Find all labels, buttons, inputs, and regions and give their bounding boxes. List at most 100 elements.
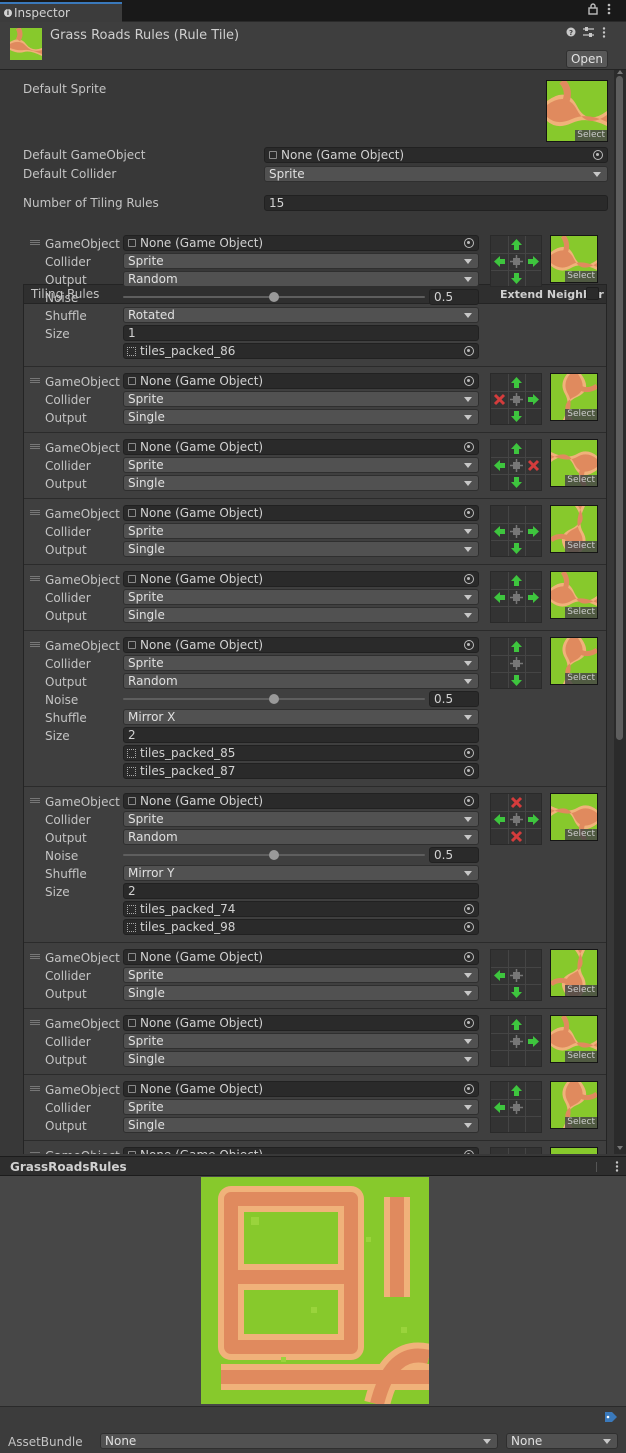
object-picker-icon[interactable] [464,1018,474,1028]
neighbor-cell[interactable] [525,1016,542,1033]
rule-gameobject-field[interactable]: None (Game Object) [123,1081,479,1097]
neighbor-cell[interactable] [491,1148,508,1154]
not-neighbor-x-icon[interactable] [508,828,525,845]
rule-sprite-preview[interactable]: Select [550,793,598,841]
object-picker-icon[interactable] [464,904,474,914]
drag-handle-icon[interactable] [30,1020,40,1025]
rule-sprite-preview[interactable]: Select [550,235,598,283]
default-collider-dropdown[interactable]: Sprite [264,166,608,182]
rule-size-field[interactable]: 2 [123,883,479,899]
rule-sprite-field[interactable]: tiles_packed_86 [123,343,479,359]
neighbor-grid[interactable] [490,373,542,425]
vertical-scrollbar[interactable] [614,70,626,1154]
drag-handle-icon[interactable] [30,954,40,959]
object-picker-icon[interactable] [464,922,474,932]
rule-output-dropdown[interactable]: Single [123,475,479,491]
rule-sprite-preview[interactable]: Select [550,949,598,997]
rule-output-dropdown[interactable]: Single [123,985,479,1001]
arrow-left-icon[interactable] [491,589,508,606]
neighbor-cell[interactable] [491,672,508,689]
arrow-down-icon[interactable] [508,540,525,557]
rule-gameobject-field[interactable]: None (Game Object) [123,439,479,455]
rule-gameobject-field[interactable]: None (Game Object) [123,571,479,587]
rule-noise-slider[interactable] [123,847,425,863]
rule-sprite-preview[interactable]: Select [550,1147,598,1154]
select-button[interactable]: Select [565,607,597,618]
object-picker-icon[interactable] [464,442,474,452]
neighbor-grid[interactable] [490,505,542,557]
rule-gameobject-field[interactable]: None (Game Object) [123,235,479,251]
rule-gameobject-field[interactable]: None (Game Object) [123,505,479,521]
select-button[interactable]: Select [565,829,597,840]
arrow-left-icon[interactable] [491,811,508,828]
rule-sprite-preview[interactable]: Select [550,571,598,619]
rule-collider-dropdown[interactable]: Sprite [123,253,479,269]
neighbor-cell[interactable] [508,606,525,623]
neighbor-cell[interactable] [525,270,542,287]
object-picker-icon[interactable] [464,1150,474,1154]
arrow-down-icon[interactable] [508,474,525,491]
arrow-up-icon[interactable] [508,1082,525,1099]
neighbor-cell[interactable] [491,984,508,1001]
arrow-down-icon[interactable] [508,672,525,689]
center-tile-icon[interactable] [508,589,525,606]
rule-noise-value[interactable]: 0.5 [429,691,479,707]
arrow-right-icon[interactable] [525,253,542,270]
neighbor-cell[interactable] [491,606,508,623]
select-button[interactable]: Select [565,271,597,282]
not-neighbor-x-icon[interactable] [491,391,508,408]
arrow-right-icon[interactable] [525,589,542,606]
asset-bundle-dropdown[interactable]: None [100,1433,498,1449]
arrow-up-icon[interactable] [508,638,525,655]
default-sprite-field[interactable]: Select [546,80,608,142]
neighbor-cell[interactable] [491,540,508,557]
arrow-up-icon[interactable] [508,440,525,457]
slider-knob[interactable] [269,694,279,704]
rule-gameobject-field[interactable]: None (Game Object) [123,637,479,653]
rule-output-dropdown[interactable]: Random [123,829,479,845]
rule-collider-dropdown[interactable]: Sprite [123,523,479,539]
rule-noise-value[interactable]: 0.5 [429,847,479,863]
neighbor-cell[interactable] [491,1016,508,1033]
arrow-right-icon[interactable] [525,811,542,828]
neighbor-cell[interactable] [491,1050,508,1067]
rule-noise-slider[interactable] [123,289,425,305]
rule-collider-dropdown[interactable]: Sprite [123,811,479,827]
num-rules-field[interactable]: 15 [264,195,608,211]
neighbor-cell[interactable] [525,1050,542,1067]
rule-collider-dropdown[interactable]: Sprite [123,391,479,407]
neighbor-cell[interactable] [491,1082,508,1099]
rule-output-dropdown[interactable]: Random [123,271,479,287]
rule-collider-dropdown[interactable]: Sprite [123,655,479,671]
neighbor-cell[interactable] [508,1148,525,1154]
rule-size-field[interactable]: 2 [123,727,479,743]
neighbor-cell[interactable] [525,506,542,523]
rule-gameobject-field[interactable]: None (Game Object) [123,949,479,965]
neighbor-cell[interactable] [491,655,508,672]
arrow-right-icon[interactable] [525,523,542,540]
rule-shuffle-dropdown[interactable]: Mirror Y [123,865,479,881]
neighbor-cell[interactable] [491,236,508,253]
neighbor-cell[interactable] [491,270,508,287]
scroll-down-arrow-icon[interactable] [617,1146,623,1150]
tab-inspector[interactable]: i Inspector [0,2,122,22]
arrow-right-icon[interactable] [525,1033,542,1050]
kebab-menu-icon[interactable] [607,3,611,18]
neighbor-cell[interactable] [525,984,542,1001]
rule-output-dropdown[interactable]: Single [123,607,479,623]
rule-shuffle-dropdown[interactable]: Rotated [123,307,479,323]
neighbor-cell[interactable] [525,1099,542,1116]
asset-bundle-variant-dropdown[interactable]: None [506,1433,618,1449]
drag-handle-icon[interactable] [30,642,40,647]
rule-output-dropdown[interactable]: Single [123,541,479,557]
neighbor-cell[interactable] [491,440,508,457]
extend-neighbor-checkbox[interactable] [586,287,599,300]
select-button[interactable]: Select [575,130,607,141]
rule-size-field[interactable]: 1 [123,325,479,341]
rule-sprite-preview[interactable]: Select [550,1081,598,1129]
neighbor-cell[interactable] [525,440,542,457]
rule-collider-dropdown[interactable]: Sprite [123,967,479,983]
arrow-left-icon[interactable] [491,523,508,540]
arrow-down-icon[interactable] [508,984,525,1001]
arrow-down-icon[interactable] [508,270,525,287]
